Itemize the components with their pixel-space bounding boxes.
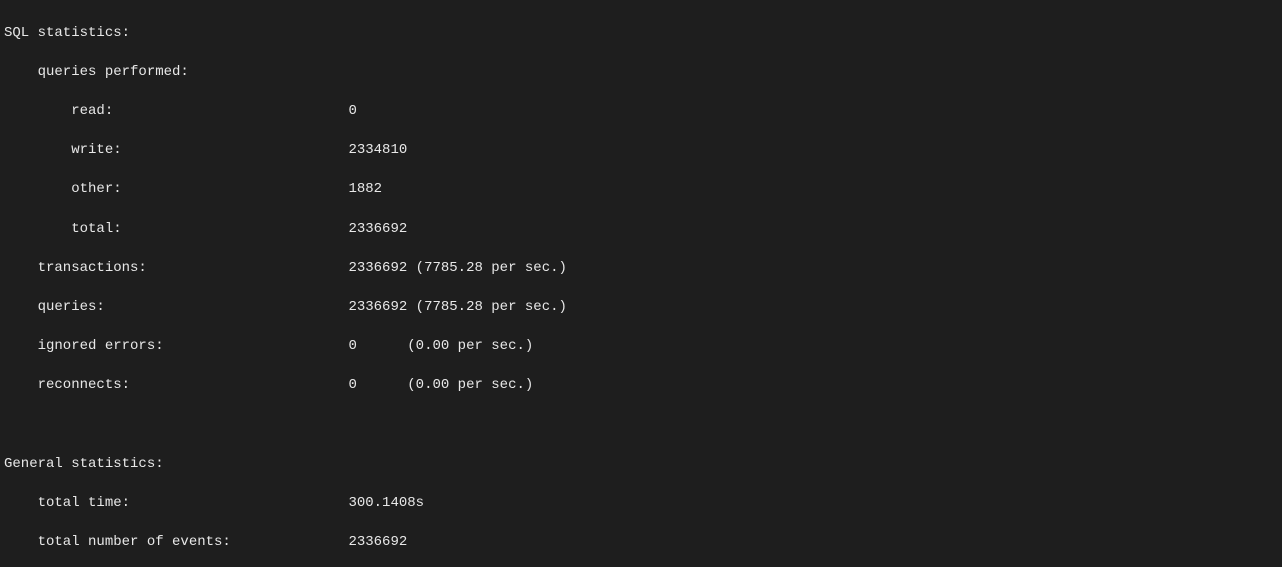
terminal-output: SQL statistics: queries performed: read:… [0,0,1282,567]
ignored-errors: ignored errors: 0 (0.00 per sec.) [4,337,1282,357]
sql-stats-header: SQL statistics: [4,24,1282,44]
queries-write: write: 2334810 [4,141,1282,161]
total-time: total time: 300.1408s [4,494,1282,514]
blank-line [4,415,1282,435]
queries-other: other: 1882 [4,180,1282,200]
reconnects: reconnects: 0 (0.00 per sec.) [4,376,1282,396]
queries-read: read: 0 [4,102,1282,122]
queries-performed-header: queries performed: [4,63,1282,83]
general-stats-header: General statistics: [4,455,1282,475]
total-events: total number of events: 2336692 [4,533,1282,553]
queries-line: queries: 2336692 (7785.28 per sec.) [4,298,1282,318]
transactions: transactions: 2336692 (7785.28 per sec.) [4,259,1282,279]
queries-total: total: 2336692 [4,220,1282,240]
